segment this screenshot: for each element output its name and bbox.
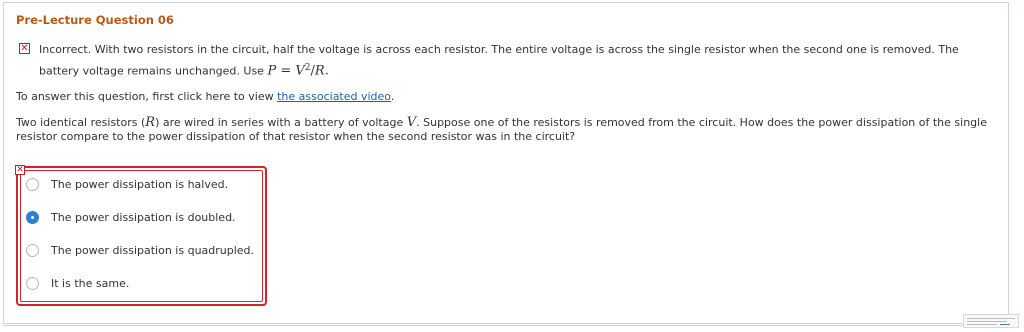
- feedback-text: Incorrect. With two resistors in the cir…: [39, 41, 999, 81]
- prompt-part1: Two identical resistors (: [16, 116, 146, 129]
- radio-button-1[interactable]: [26, 177, 39, 191]
- associated-video-link[interactable]: the associated video: [277, 90, 391, 103]
- question-panel: Pre-Lecture Question 06 ✕ Incorrect. Wit…: [3, 2, 1009, 324]
- choice-label-3: The power dissipation is quadrupled.: [51, 243, 255, 257]
- page-thumbnail[interactable]: [963, 314, 1019, 328]
- instruction-suffix: .: [390, 90, 395, 103]
- divider: [3, 325, 963, 326]
- choice-label-2: The power dissipation is doubled.: [51, 210, 236, 224]
- thumb-line: [967, 324, 997, 325]
- choice-option-3[interactable]: The power dissipation is quadrupled.: [26, 242, 254, 258]
- radio-button-3[interactable]: [26, 243, 39, 257]
- question-title: Pre-Lecture Question 06: [16, 13, 174, 27]
- formula-equals: =: [276, 63, 296, 79]
- thumb-line: [967, 318, 1015, 319]
- choice-option-4[interactable]: It is the same.: [26, 275, 129, 291]
- formula-r: R: [314, 63, 325, 79]
- formula-v: V: [295, 63, 305, 79]
- choice-option-2[interactable]: The power dissipation is doubled.: [26, 209, 236, 225]
- prompt-v: V: [406, 115, 417, 130]
- choice-label-1: The power dissipation is halved.: [51, 177, 229, 191]
- thumb-line: [967, 321, 1007, 322]
- radio-button-2-selected[interactable]: [26, 210, 39, 224]
- feedback-message: ✕ Incorrect. With two resistors in the c…: [19, 41, 999, 81]
- prompt-r: R: [145, 115, 156, 130]
- question-prompt: Two identical resistors (R) are wired in…: [16, 116, 1006, 144]
- choice-option-1[interactable]: The power dissipation is halved.: [26, 176, 228, 192]
- choice-label-4: It is the same.: [51, 276, 130, 290]
- thumb-link-mark: [1000, 324, 1010, 325]
- feedback-text-main: Incorrect. With two resistors in the cir…: [39, 43, 959, 78]
- prompt-part2: ) are wired in series with a battery of …: [155, 116, 407, 129]
- instruction-text: To answer this question, first click her…: [16, 90, 278, 103]
- formula-p: P: [267, 63, 277, 79]
- radio-button-4[interactable]: [26, 276, 39, 290]
- video-instruction: To answer this question, first click her…: [16, 90, 394, 103]
- formula-period: .: [324, 63, 329, 79]
- x-mark-icon: ✕: [19, 43, 30, 54]
- incorrect-icon: ✕: [15, 165, 25, 175]
- answer-choices-group: ✕ The power dissipation is halved. The p…: [15, 165, 267, 306]
